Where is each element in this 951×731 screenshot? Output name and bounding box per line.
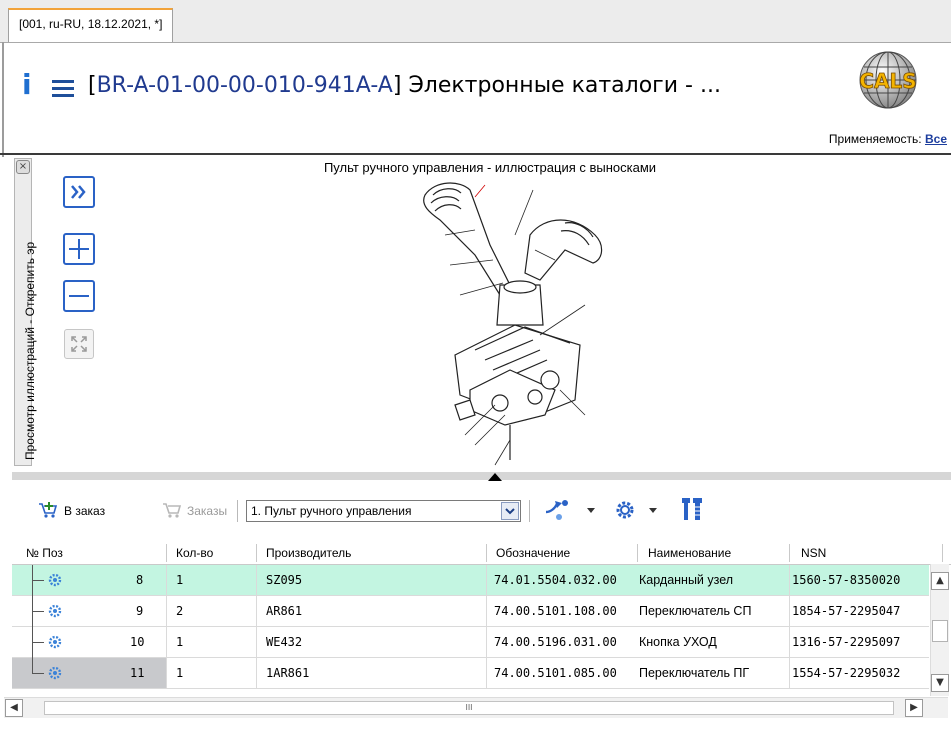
cell-designation: 74.00.5101.085.00 <box>494 666 617 680</box>
cell-qty: 2 <box>176 604 184 618</box>
cell-qty: 1 <box>176 666 184 680</box>
cell-manufacturer: SZ095 <box>266 573 303 587</box>
cart-add-icon[interactable] <box>38 501 58 519</box>
cell-name: Кнопка УХОД <box>639 635 717 649</box>
cell-designation: 74.00.5101.108.00 <box>494 604 617 618</box>
illustration-title: Пульт ручного управления - иллюстрация с… <box>323 160 657 175</box>
panel-splitter[interactable] <box>12 472 951 480</box>
info-icon[interactable]: i <box>22 71 36 101</box>
toolbar-separator-2 <box>529 500 530 522</box>
chevron-down-icon[interactable] <box>501 502 519 520</box>
minus-icon <box>69 295 89 297</box>
col-name[interactable]: Наименование <box>648 546 731 560</box>
table-row[interactable]: 11 1 1AR861 74.00.5101.085.00 Переключат… <box>12 658 929 689</box>
applicability: Применяемость: Все <box>829 132 947 146</box>
catalog-title: Электронные каталоги - ... <box>408 73 721 98</box>
plus-icon <box>69 239 89 259</box>
cell-designation: 74.00.5196.031.00 <box>494 635 617 649</box>
cell-pos: 8 <box>136 573 144 587</box>
cell-nsn: 1316-57-2295097 <box>792 635 901 649</box>
left-border <box>2 42 4 157</box>
cell-pos: 10 <box>130 635 145 649</box>
cell-manufacturer: 1AR861 <box>266 666 310 680</box>
cell-nsn: 1554-57-2295032 <box>792 666 901 680</box>
cell-name: Переключатель ПГ <box>639 666 750 680</box>
vertical-scrollbar[interactable]: ▲ ▼ <box>930 564 949 696</box>
dropdown-arrow-icon[interactable] <box>586 507 596 515</box>
scroll-left-icon[interactable]: ◀ <box>5 699 23 717</box>
cell-qty: 1 <box>176 635 184 649</box>
fit-arrows-icon <box>71 336 87 352</box>
cell-designation: 74.01.5504.032.00 <box>494 573 617 587</box>
tools-icon[interactable] <box>678 496 706 522</box>
dropdown-arrow-icon-2[interactable] <box>648 507 658 515</box>
cell-nsn: 1854-57-2295047 <box>792 604 901 618</box>
col-designation[interactable]: Обозначение <box>496 546 570 560</box>
cell-pos: 11 <box>130 666 145 680</box>
double-chevron-right-icon <box>71 185 86 199</box>
figure-select[interactable]: 1. Пульт ручного управления <box>246 500 521 522</box>
scroll-up-icon[interactable]: ▲ <box>931 572 949 590</box>
settings-gear-icon[interactable] <box>612 498 638 522</box>
collapse-arrow-icon[interactable] <box>488 473 502 481</box>
horizontal-scroll-thumb[interactable]: III <box>44 701 894 715</box>
col-nsn[interactable]: NSN <box>801 546 826 560</box>
part-gear-icon <box>48 604 62 618</box>
cell-manufacturer: WE432 <box>266 635 303 649</box>
title-bracket-close: ] <box>392 73 402 98</box>
table-row[interactable]: 8 1 SZ095 74.01.5504.032.00 Карданный уз… <box>12 565 929 596</box>
orders-button[interactable]: Заказы <box>187 504 227 518</box>
document-code: BR-A-01-00-00-010-941A-A <box>96 73 393 98</box>
joystick-illustration[interactable] <box>415 175 615 470</box>
cals-logo: CALS <box>859 51 917 109</box>
applicability-link[interactable]: Все <box>925 132 947 146</box>
menu-icon[interactable] <box>52 80 74 101</box>
cell-name: Карданный узел <box>639 573 734 587</box>
col-qty[interactable]: Кол-во <box>176 546 213 560</box>
zoom-in-button[interactable] <box>63 233 95 265</box>
horizontal-scrollbar[interactable]: ◀ III ▶ <box>4 697 948 718</box>
scroll-down-icon[interactable]: ▼ <box>931 674 949 692</box>
col-pos[interactable]: № Поз <box>26 546 63 560</box>
applicability-label: Применяемость: <box>828 132 922 146</box>
part-gear-icon <box>48 573 62 587</box>
table-row[interactable]: 10 1 WE432 74.00.5196.031.00 Кнопка УХОД… <box>12 627 929 658</box>
table-header: № Поз Кол-во Производитель Обозначение Н… <box>12 542 951 565</box>
cell-nsn: 1560-57-8350020 <box>792 573 901 587</box>
navigate-icon[interactable] <box>543 498 571 522</box>
add-to-order-button[interactable]: В заказ <box>64 504 105 518</box>
expand-button[interactable] <box>63 176 95 208</box>
fit-to-window-button[interactable] <box>64 329 94 359</box>
scroll-grip: III <box>465 703 473 712</box>
cell-manufacturer: AR861 <box>266 604 303 618</box>
document-tab[interactable]: [001, ru-RU, 18.12.2021, *] <box>8 8 174 42</box>
side-panel-label[interactable]: Просмотр иллюстраций - Открепить эр <box>23 170 37 460</box>
cell-pos: 9 <box>136 604 144 618</box>
title-bracket-open: [ <box>88 73 97 98</box>
table-row[interactable]: 9 2 AR861 74.00.5101.108.00 Переключател… <box>12 596 929 627</box>
header-divider <box>0 153 951 155</box>
logo-text: CALS <box>859 69 916 93</box>
page-title: [BR-A-01-00-00-010-941A-A] Электронные к… <box>88 73 721 98</box>
cell-qty: 1 <box>176 573 184 587</box>
vertical-scroll-thumb[interactable] <box>932 620 948 642</box>
scroll-right-icon[interactable]: ▶ <box>905 699 923 717</box>
zoom-out-button[interactable] <box>63 280 95 312</box>
cell-name: Переключатель СП <box>639 604 752 618</box>
col-manufacturer[interactable]: Производитель <box>266 546 351 560</box>
part-gear-icon <box>48 635 62 649</box>
cart-icon[interactable] <box>162 501 182 519</box>
toolbar-separator <box>237 500 238 522</box>
figure-select-value: 1. Пульт ручного управления <box>251 504 412 518</box>
part-gear-icon <box>48 666 62 680</box>
